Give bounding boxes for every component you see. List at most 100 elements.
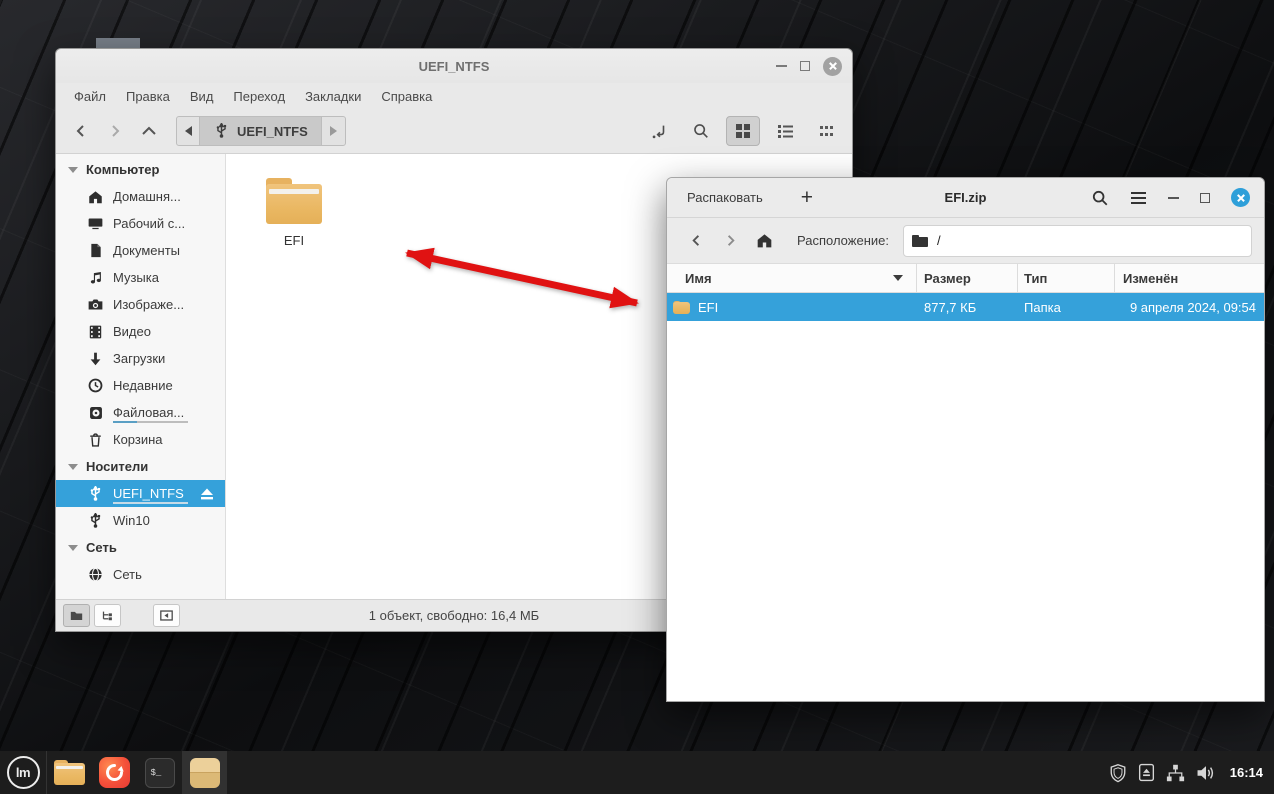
archive-icon: [189, 757, 220, 788]
expander-icon: [68, 166, 78, 173]
maximize-button[interactable]: [800, 61, 810, 71]
breadcrumb-segment-uefi-ntfs[interactable]: UEFI_NTFS: [200, 117, 322, 145]
icon-view-button[interactable]: [726, 116, 760, 146]
sidebar-item-home[interactable]: Домашня...: [56, 183, 225, 210]
up-button[interactable]: [132, 116, 166, 146]
list-view-button[interactable]: [768, 116, 802, 146]
table-row-efi[interactable]: EFI 877,7 КБ Папка 9 апреля 2024, 09:54: [667, 293, 1264, 321]
sidebar-item-documents[interactable]: Документы: [56, 237, 225, 264]
terminal-launcher[interactable]: $_: [137, 751, 182, 794]
menu-view[interactable]: Вид: [180, 86, 224, 107]
mint-menu-button[interactable]: lm: [0, 751, 46, 794]
sidebar-item-downloads[interactable]: Загрузки: [56, 345, 225, 372]
treeview-toggle-button[interactable]: [94, 604, 121, 627]
network-tray-button[interactable]: [1166, 764, 1185, 782]
desktop-icon-fragment: [96, 38, 140, 48]
table-header: Имя Размер Тип Изменён: [667, 264, 1264, 293]
breadcrumb-prev-button[interactable]: [177, 117, 200, 145]
headerbar[interactable]: Распаковать + EFI.zip: [667, 178, 1264, 218]
titlebar[interactable]: UEFI_NTFS: [56, 49, 852, 83]
column-header-size[interactable]: Размер: [917, 264, 1018, 292]
folder-icon: [911, 234, 928, 247]
toggle-location-entry-button[interactable]: [642, 116, 676, 146]
menu-help[interactable]: Справка: [371, 86, 442, 107]
network-icon: [1166, 764, 1184, 781]
compact-view-icon: [820, 126, 833, 136]
menu-file[interactable]: Файл: [64, 86, 116, 107]
forward-button[interactable]: [713, 226, 747, 256]
cell-name: EFI: [698, 299, 719, 315]
folder-name: EFI: [283, 233, 305, 248]
section-label: Компьютер: [86, 162, 160, 177]
sidebar-section-network[interactable]: Сеть: [56, 534, 225, 561]
sidebar-item-desktop[interactable]: Рабочий с...: [56, 210, 225, 237]
expander-icon: [68, 463, 78, 470]
home-icon: [87, 188, 104, 205]
firewall-tray-button[interactable]: [1109, 763, 1127, 783]
menu-bookmarks[interactable]: Закладки: [295, 86, 371, 107]
item-label: UEFI_NTFS: [113, 486, 188, 504]
sidebar-item-filesystem[interactable]: Файловая...: [56, 399, 225, 426]
forward-button[interactable]: [98, 116, 132, 146]
places-icon: [70, 611, 83, 620]
files-launcher[interactable]: [47, 751, 92, 794]
home-button[interactable]: [747, 226, 781, 256]
search-button[interactable]: [1091, 189, 1109, 207]
hamburger-icon: [1131, 191, 1146, 204]
extract-button[interactable]: Распаковать: [681, 184, 769, 211]
sidebar-item-trash[interactable]: Корзина: [56, 426, 225, 453]
removable-drive-tray-button[interactable]: [1138, 763, 1155, 782]
mint-logo-icon: lm: [6, 756, 40, 789]
item-label: Изображе...: [113, 297, 185, 312]
column-header-type[interactable]: Тип: [1018, 264, 1115, 292]
back-button[interactable]: [679, 226, 713, 256]
sidebar-item-network[interactable]: Сеть: [56, 561, 225, 588]
minimize-button[interactable]: [1168, 196, 1179, 199]
close-button[interactable]: [1231, 188, 1250, 207]
film-icon: [87, 323, 104, 340]
breadcrumb: UEFI_NTFS: [176, 116, 346, 146]
archive-window-button[interactable]: [182, 751, 227, 794]
maximize-button[interactable]: [1200, 192, 1210, 203]
clock[interactable]: 16:14: [1230, 765, 1263, 780]
search-button[interactable]: [684, 116, 718, 146]
back-button[interactable]: [64, 116, 98, 146]
column-label: Имя: [685, 270, 712, 286]
menu-button[interactable]: [1130, 191, 1147, 205]
hide-sidebar-button[interactable]: [153, 604, 180, 627]
menu-go[interactable]: Переход: [223, 86, 295, 107]
download-icon: [87, 350, 104, 367]
sidebar-item-win10[interactable]: Win10: [56, 507, 225, 534]
sidebar-item-pictures[interactable]: Изображе...: [56, 291, 225, 318]
close-button[interactable]: [823, 56, 842, 76]
column-header-modified[interactable]: Изменён: [1115, 264, 1264, 292]
places-toggle-button[interactable]: [63, 604, 90, 627]
volume-tray-button[interactable]: [1196, 764, 1216, 782]
sidebar-section-computer[interactable]: Компьютер: [56, 156, 225, 183]
menu-edit[interactable]: Правка: [116, 86, 180, 107]
removable-drive-icon: [1138, 763, 1154, 782]
folder-item-efi[interactable]: EFI: [242, 178, 346, 248]
firefox-launcher[interactable]: [92, 751, 137, 794]
sidebar-item-uefi-ntfs[interactable]: UEFI_NTFS: [56, 480, 225, 507]
sidebar-item-video[interactable]: Видео: [56, 318, 225, 345]
item-label: Сеть: [113, 567, 142, 582]
column-header-name[interactable]: Имя: [667, 264, 917, 292]
triangle-left-icon: [184, 126, 192, 136]
compact-view-button[interactable]: [810, 116, 844, 146]
cell-modified: 9 апреля 2024, 09:54: [1129, 299, 1256, 315]
sidebar-section-devices[interactable]: Носители: [56, 453, 225, 480]
eject-button[interactable]: [200, 488, 214, 500]
usb-icon: [87, 485, 104, 502]
sidebar-item-recent[interactable]: Недавние: [56, 372, 225, 399]
location-input[interactable]: /: [902, 224, 1252, 257]
breadcrumb-next-button[interactable]: [322, 117, 345, 145]
sidebar-item-music[interactable]: Музыка: [56, 264, 225, 291]
triangle-right-icon: [329, 126, 337, 136]
minimize-button[interactable]: [776, 65, 787, 67]
home-icon: [757, 234, 771, 248]
search-icon: [1092, 190, 1108, 205]
folder-icon: [673, 300, 690, 314]
add-files-button[interactable]: +: [801, 187, 813, 208]
item-label: Документы: [113, 243, 181, 258]
